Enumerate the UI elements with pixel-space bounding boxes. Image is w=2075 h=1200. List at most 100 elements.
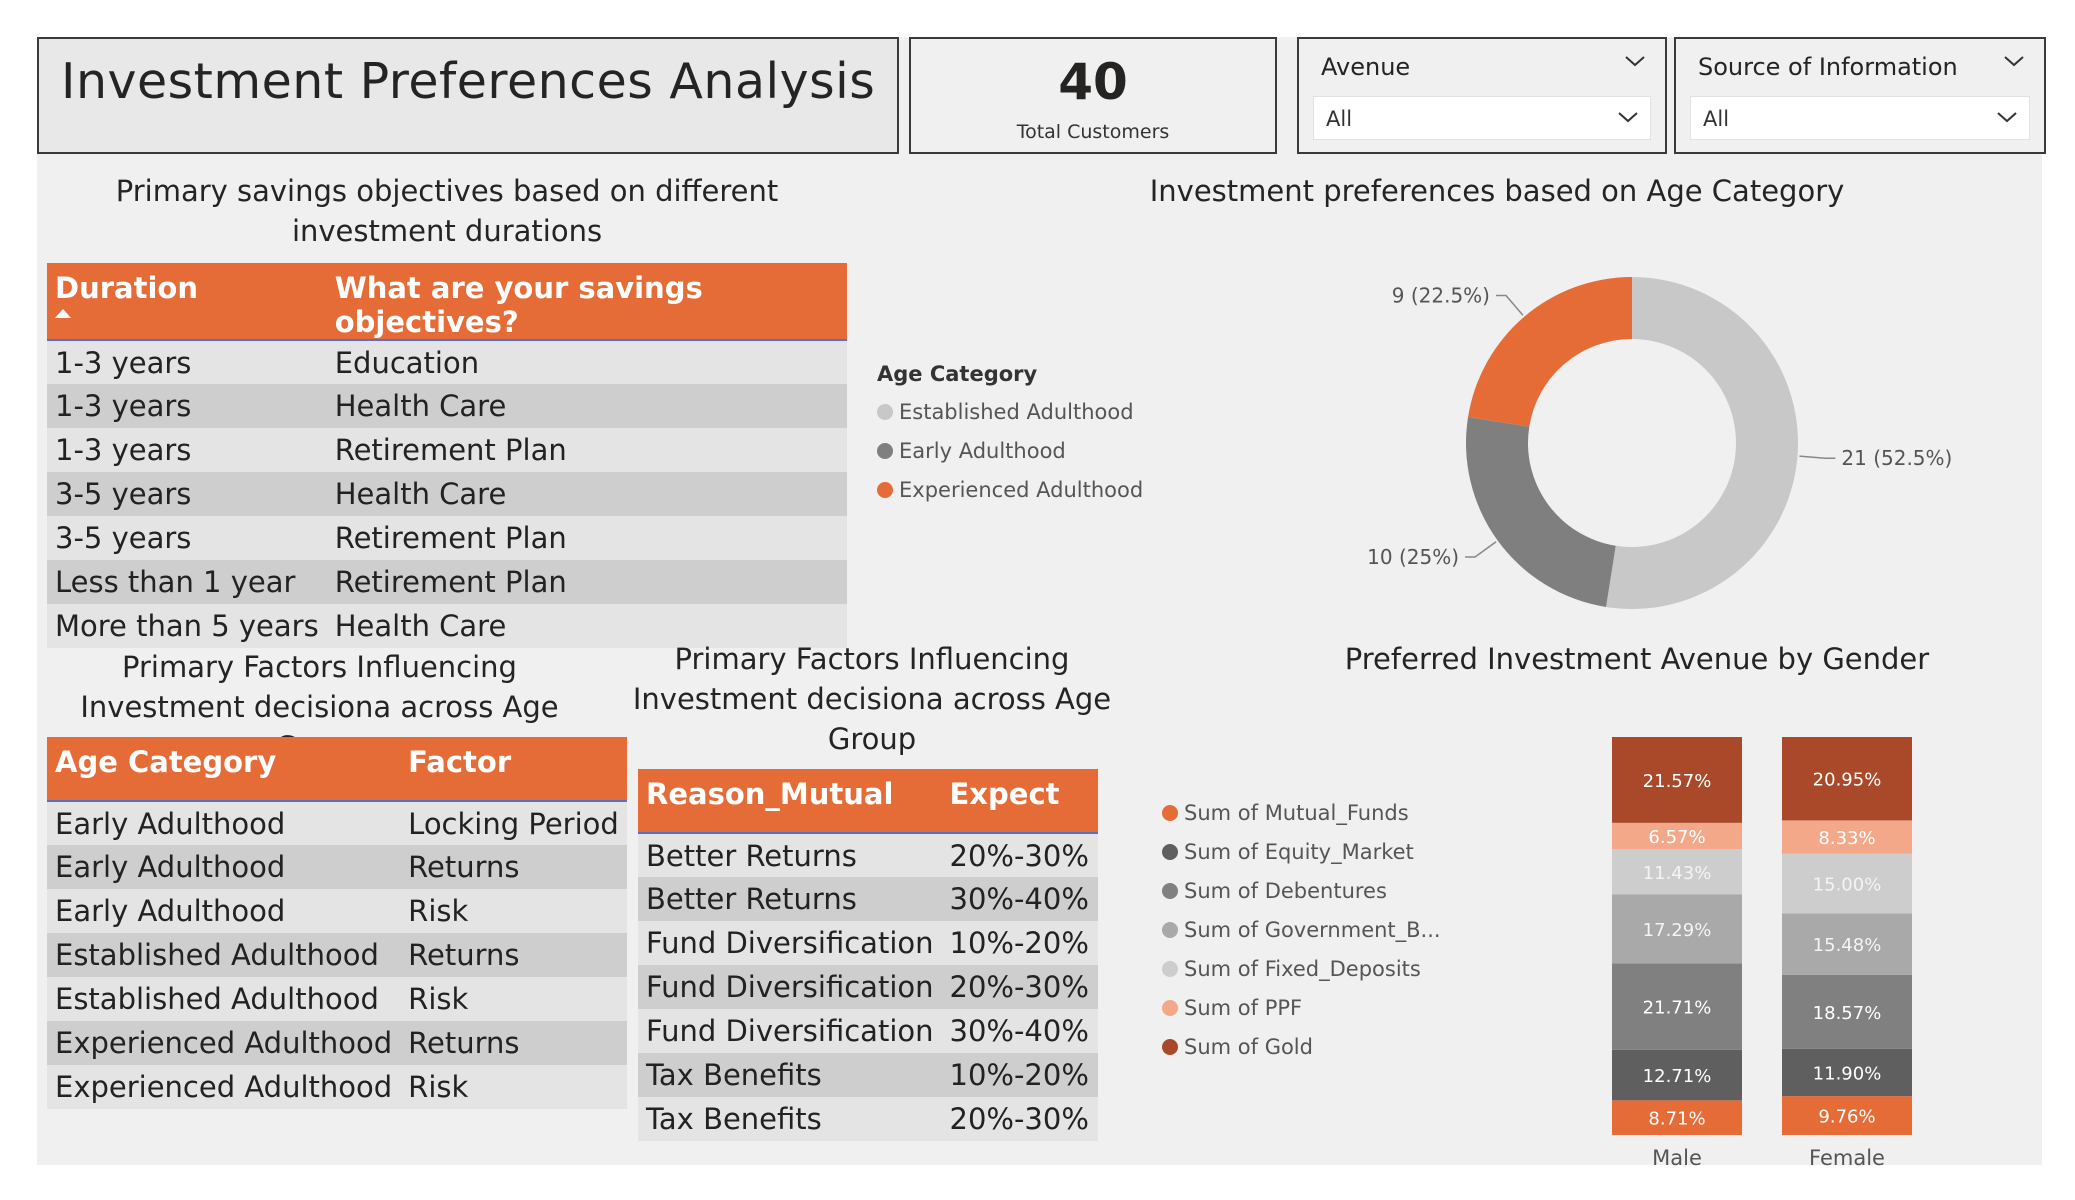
table-cell: Fund Diversification [638, 1009, 942, 1053]
legend-label: Sum of Government_B... [1184, 917, 1441, 942]
table-row[interactable]: Early Adulthood Locking Period [47, 801, 627, 845]
table-row[interactable]: Established Adulthood Risk [47, 977, 627, 1021]
table-row[interactable]: Established Adulthood Returns [47, 933, 627, 977]
column-header-factor[interactable]: Factor [400, 737, 627, 802]
mutual-fund-reasons-table: Reason_Mutual Expect Better Returns 20%-3… [638, 769, 1098, 1141]
donut-data-label: 21 (52.5%) [1841, 446, 1952, 470]
table-row[interactable]: Less than 1 year Retirement Plan [47, 560, 847, 604]
chevron-down-icon[interactable] [1623, 51, 1647, 71]
table-cell: Better Returns [638, 877, 942, 921]
column-header-label: Duration [55, 271, 198, 305]
legend-title: Age Category [877, 362, 1038, 386]
bar-data-label: 21.71% [1643, 998, 1712, 1019]
table-row[interactable]: Fund Diversification 20%-30% [638, 965, 1098, 1009]
table-cell: Returns [400, 1021, 627, 1065]
column-header-reason-mutual[interactable]: Reason_Mutual [638, 769, 942, 834]
table-row[interactable]: Fund Diversification 10%-20% [638, 921, 1098, 965]
table-row[interactable]: Better Returns 30%-40% [638, 877, 1098, 921]
table-cell: Early Adulthood [47, 889, 401, 933]
table-row[interactable]: Early Adulthood Returns [47, 845, 627, 889]
stacked-bar-chart: 8.71% 12.71% 21.71% 17.29% 11.43% 6.57% 21.57%… [1612, 737, 1912, 1170]
table-cell: Established Adulthood [47, 977, 401, 1021]
legend-swatch [877, 442, 893, 459]
donut-data-label: 10 (25%) [1367, 545, 1459, 569]
table-cell: Established Adulthood [47, 933, 401, 977]
table-row[interactable]: Better Returns 20%-30% [638, 833, 1098, 877]
chevron-down-icon [1997, 112, 2017, 123]
legend-item[interactable]: Sum of Mutual_Funds [1162, 793, 1441, 832]
table-cell: Tax Benefits [638, 1097, 942, 1141]
legend-item[interactable]: Sum of Gold [1162, 1027, 1441, 1066]
legend-swatch [1162, 1038, 1178, 1055]
table-row[interactable]: Tax Benefits 10%-20% [638, 1053, 1098, 1097]
legend-item[interactable]: Established Adulthood [877, 392, 1143, 431]
legend-item[interactable]: Sum of Government_B... [1162, 910, 1441, 949]
legend-swatch [1162, 882, 1178, 899]
slicer-avenue: Avenue All [1297, 37, 1667, 154]
legend-item[interactable]: Sum of Fixed_Deposits [1162, 949, 1441, 988]
legend-swatch [1162, 999, 1178, 1016]
table-cell: 30%-40% [941, 877, 1098, 921]
table-cell: More than 5 years [47, 604, 327, 648]
table-cell: Returns [400, 933, 627, 977]
table-row[interactable]: 3-5 years Retirement Plan [47, 516, 847, 560]
table-row[interactable]: 3-5 years Health Care [47, 472, 847, 516]
table-cell: Experienced Adulthood [47, 1065, 401, 1109]
table-row[interactable]: Tax Benefits 20%-30% [638, 1097, 1098, 1141]
legend-item[interactable]: Sum of PPF [1162, 988, 1441, 1027]
legend-label: Established Adulthood [899, 399, 1134, 424]
column-header-savings-objectives[interactable]: What are your savings objectives? [326, 263, 847, 341]
table-cell: Early Adulthood [47, 801, 401, 845]
chevron-down-icon [1618, 112, 1638, 123]
donut-data-label: 9 (22.5%) [1392, 283, 1490, 307]
column-header-label: What are your savings objectives? [334, 271, 703, 339]
table-row[interactable]: 1-3 years Education [47, 340, 847, 384]
savings-table-title: Primary savings objectives based on diff… [115, 174, 779, 248]
column-header-expect[interactable]: Expect [941, 769, 1098, 834]
column-header-age-category[interactable]: Age Category [47, 737, 401, 802]
table-cell: Returns [400, 845, 627, 889]
bar-data-label: 15.00% [1813, 874, 1882, 895]
table-cell: Retirement Plan [326, 516, 847, 560]
legend-label: Sum of Gold [1184, 1034, 1313, 1059]
legend-item[interactable]: Sum of Debentures [1162, 871, 1441, 910]
bar-data-label: 11.43% [1643, 863, 1712, 884]
x-axis-tick-label: Female [1809, 1146, 1885, 1170]
donut-slice[interactable] [1606, 277, 1798, 609]
legend-label: Sum of Debentures [1184, 878, 1387, 903]
table-row[interactable]: 1-3 years Health Care [47, 384, 847, 428]
report-canvas: Investment Preferences Analysis 40 Total… [37, 37, 2046, 1170]
legend-item[interactable]: Early Adulthood [877, 431, 1143, 470]
donut-slice[interactable] [1466, 417, 1616, 607]
donut-leader-line [1496, 294, 1524, 316]
bar-data-label: 11.90% [1813, 1063, 1882, 1084]
slicer-avenue-value: All [1326, 107, 1353, 131]
column-header-label: Expect [949, 777, 1060, 811]
bar-data-label: 17.29% [1643, 920, 1712, 941]
bar-data-label: 6.57% [1648, 827, 1705, 848]
legend-item[interactable]: Experienced Adulthood [877, 470, 1143, 509]
donut-slice[interactable] [1468, 277, 1632, 427]
legend-label: Sum of Equity_Market [1184, 839, 1414, 864]
chevron-down-icon[interactable] [2002, 51, 2026, 71]
legend-item[interactable]: Sum of Equity_Market [1162, 832, 1441, 871]
slicer-source-dropdown[interactable]: All [1690, 96, 2030, 140]
table-cell: Tax Benefits [638, 1053, 942, 1097]
donut-leader-line [1799, 455, 1836, 459]
column-header-duration[interactable]: Duration [47, 263, 327, 341]
bar-data-label: 15.48% [1813, 935, 1882, 956]
table-row[interactable]: Experienced Adulthood Returns [47, 1021, 627, 1065]
table-cell: 10%-20% [941, 1053, 1098, 1097]
table-cell: Less than 1 year [47, 560, 327, 604]
table-row[interactable]: Experienced Adulthood Risk [47, 1065, 627, 1109]
slicer-avenue-dropdown[interactable]: All [1313, 96, 1651, 140]
donut-leader-line [1465, 541, 1497, 558]
table-cell: Retirement Plan [326, 428, 847, 472]
kpi-card-total-customers[interactable]: 40 Total Customers [909, 37, 1277, 154]
bar-data-label: 20.95% [1813, 770, 1882, 791]
table-cell: 20%-30% [941, 965, 1098, 1009]
table-row[interactable]: 1-3 years Retirement Plan [47, 428, 847, 472]
table-row[interactable]: Early Adulthood Risk [47, 889, 627, 933]
table-cell: Risk [400, 889, 627, 933]
table-row[interactable]: Fund Diversification 30%-40% [638, 1009, 1098, 1053]
